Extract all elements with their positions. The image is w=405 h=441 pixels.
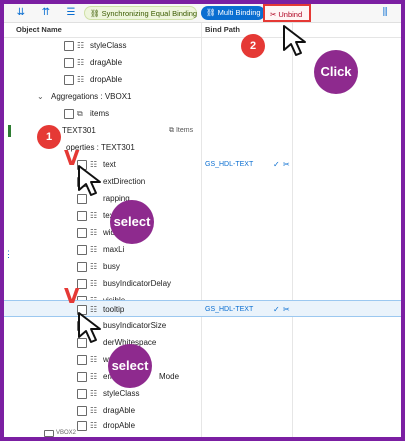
select-bubble: select [110,200,154,244]
property-icon: ☷ [90,279,98,288]
check-icon: ✓ [273,160,280,169]
bind-path-value: GS_HDL-TEXT [205,306,254,313]
tree-row[interactable]: rapping [4,190,401,207]
row-checkbox[interactable] [64,109,74,119]
sync-label: Synchronizing Equal Binding [101,9,198,18]
property-icon: ☷ [90,355,98,364]
expand-all-icon[interactable]: ⇊ [14,6,28,20]
col-bind-path: Bind Path [205,25,240,34]
tree-row[interactable]: busyIndicatorSize [4,317,401,334]
items-badge-label: Items [175,127,194,134]
row-checkbox[interactable] [77,389,87,399]
tree-row[interactable]: ⧉ items [4,105,401,122]
aggregation-icon: ⧉ [77,109,83,118]
sync-equal-binding-button[interactable]: ⛓ Synchronizing Equal Binding [84,6,197,20]
tree-row[interactable]: extDirection [4,173,401,190]
row-label: TEXT301 [62,126,96,135]
row-checkbox[interactable] [64,58,74,68]
col-object-name: Object Name [16,25,62,34]
row-checkbox[interactable] [77,372,87,382]
tree-row-partial[interactable]: VBOX2 [4,430,401,437]
row-label: extDirection [103,177,146,186]
toolbar: ⇊ ⇈ ☰ ⛓ Synchronizing Equal Binding ⛓ Mu… [4,4,401,23]
row-checkbox[interactable] [77,355,87,365]
row-checkbox[interactable] [77,211,87,221]
property-icon: ☷ [90,211,98,220]
row-label: dragAble [90,58,123,67]
property-icon: ☷ [77,75,85,84]
row-checkbox[interactable] [44,430,54,437]
step-2-badge: 2 [241,34,265,58]
items-badge: ⧉ Items [169,127,194,134]
row-label: VBOX2 [56,430,77,436]
row-label: styleClass [90,41,127,50]
binding-panel: ⇊ ⇈ ☰ ⛓ Synchronizing Equal Binding ⛓ Mu… [4,4,401,437]
tree-row[interactable]: TEXT301 ⧉ Items [4,122,401,139]
row-label: maxLi [103,245,125,254]
property-icon: ☷ [90,262,98,271]
tree-row[interactable]: ☷ wra [4,351,401,368]
row-label: busyIndicatorSize [103,321,167,330]
table-header: Object Name Bind Path [4,23,401,38]
unbind-icon[interactable]: ✂ [283,156,290,173]
tree-row[interactable]: ☷ em Mode [4,368,401,385]
tree-row[interactable]: ☷ busy [4,258,401,275]
property-icon: ☷ [90,228,98,237]
row-label: Mode [159,372,180,381]
row-label: Aggregations : VBOX1 [51,92,132,101]
chevron-down-icon[interactable]: ⌄ [37,88,44,105]
row-checkbox[interactable] [64,41,74,51]
check-icon: ✓ [273,305,280,314]
step-1-badge: 1 [37,125,61,149]
row-label: dropAble [90,75,123,84]
cursor-icon [78,165,101,196]
row-checkbox[interactable] [77,228,87,238]
unbind-label: Unbind [278,10,303,19]
row-label: busy [103,262,120,271]
more-icon[interactable]: ⫼ [378,6,392,20]
collapse-icon[interactable]: ⇈ [39,6,53,20]
select-bubble: select [108,344,152,388]
property-icon: ☷ [90,245,98,254]
property-icon: ☷ [77,58,85,67]
tree-row[interactable]: ☷ styleClass [4,385,401,402]
tree-toggle-icon[interactable]: ☰ [64,6,78,20]
multi-binding-button[interactable]: ⛓ Multi Binding [201,6,265,20]
property-icon: ☷ [77,41,85,50]
multi-label: Multi Binding [217,8,261,17]
tree-row[interactable]: ☷ wid [4,224,401,241]
tree-row[interactable]: derWhitespace [4,334,401,351]
row-checkbox[interactable] [64,75,74,85]
bind-path-value: GS_HDL-TEXT [205,161,254,168]
row-checkbox[interactable] [77,245,87,255]
checkmark-annotation-icon: V [64,284,80,308]
row-checkbox[interactable] [77,406,87,416]
cursor-icon [283,25,306,56]
tree-row[interactable]: ☷ tex [4,207,401,224]
row-checkbox[interactable] [77,262,87,272]
cursor-icon [78,312,101,343]
row-label: items [90,109,110,118]
unbind-button[interactable]: ✂ Unbind [263,4,311,22]
property-icon: ☷ [90,372,98,381]
property-icon: ☷ [90,389,98,398]
unbind-icon[interactable]: ✂ [283,301,290,318]
click-bubble: Click [314,50,358,94]
row-label: busyIndicatorDelay [103,279,172,288]
tree-row[interactable]: ☷ maxLi [4,241,401,258]
